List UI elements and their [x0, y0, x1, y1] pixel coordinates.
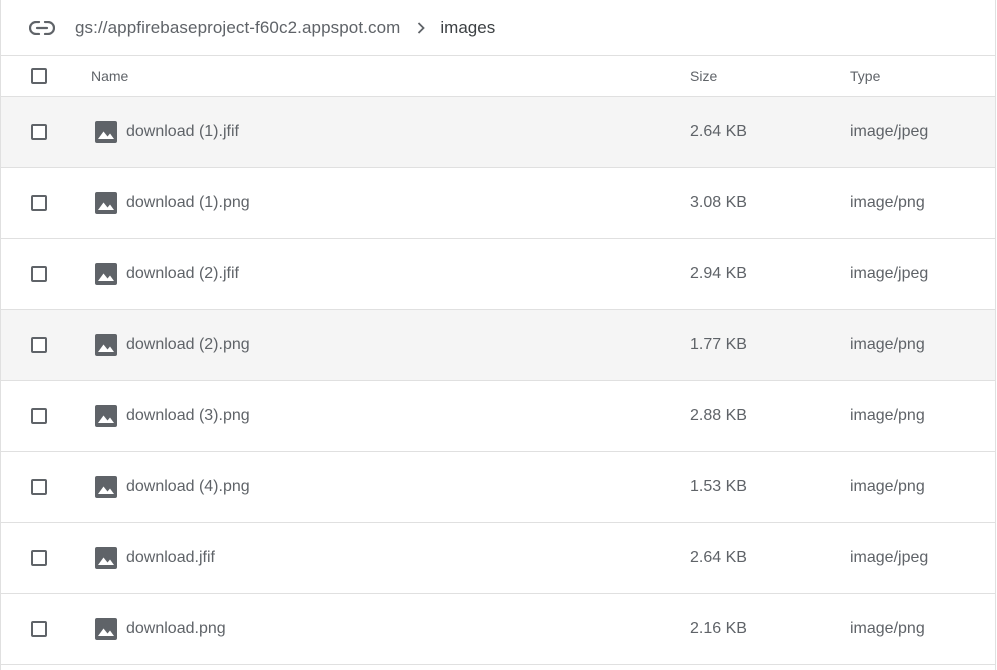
- file-size: 2.64 KB: [690, 123, 747, 140]
- row-checkbox-cell: [1, 479, 91, 495]
- file-name[interactable]: download (1).png: [126, 194, 250, 212]
- table-header: Name Size Type: [1, 56, 995, 97]
- row-checkbox-cell: [1, 408, 91, 424]
- image-file-icon: [95, 547, 117, 569]
- link-icon[interactable]: [29, 20, 55, 35]
- file-name-cell: download (1).jfif: [91, 121, 690, 143]
- breadcrumb: gs://appfirebaseproject-f60c2.appspot.co…: [1, 0, 995, 56]
- breadcrumb-bucket[interactable]: gs://appfirebaseproject-f60c2.appspot.co…: [75, 18, 400, 38]
- row-checkbox[interactable]: [31, 550, 47, 566]
- row-checkbox-cell: [1, 550, 91, 566]
- row-checkbox[interactable]: [31, 266, 47, 282]
- column-header-name-label: Name: [91, 68, 129, 84]
- row-checkbox[interactable]: [31, 408, 47, 424]
- row-checkbox-cell: [1, 124, 91, 140]
- select-all-checkbox[interactable]: [31, 68, 47, 84]
- image-file-icon: [95, 618, 117, 640]
- file-name-cell: download (2).jfif: [91, 263, 690, 285]
- file-name-cell: download.png: [91, 618, 690, 640]
- file-name-cell: download (4).png: [91, 476, 690, 498]
- table-row[interactable]: download (4).png 1.53 KB image/png: [1, 452, 995, 523]
- column-header-type[interactable]: Type: [850, 68, 995, 84]
- file-list: download (1).jfif 2.64 KB image/jpeg dow…: [1, 97, 995, 665]
- file-name[interactable]: download (1).jfif: [126, 123, 239, 141]
- file-name[interactable]: download.jfif: [126, 549, 215, 567]
- column-header-size[interactable]: Size: [690, 68, 850, 84]
- file-name-cell: download (3).png: [91, 405, 690, 427]
- file-name[interactable]: download (2).jfif: [126, 265, 239, 283]
- row-checkbox[interactable]: [31, 621, 47, 637]
- file-name[interactable]: download (3).png: [126, 407, 250, 425]
- file-size: 2.64 KB: [690, 549, 747, 566]
- file-size: 1.77 KB: [690, 336, 747, 353]
- row-checkbox[interactable]: [31, 124, 47, 140]
- column-header-name[interactable]: Name: [91, 68, 690, 84]
- image-file-icon: [95, 263, 117, 285]
- table-row[interactable]: download (3).png 2.88 KB image/png: [1, 381, 995, 452]
- file-type: image/jpeg: [850, 549, 929, 566]
- file-type: image/jpeg: [850, 265, 929, 282]
- row-checkbox[interactable]: [31, 195, 47, 211]
- row-checkbox-cell: [1, 337, 91, 353]
- image-file-icon: [95, 192, 117, 214]
- file-type: image/png: [850, 194, 925, 211]
- file-size: 2.94 KB: [690, 265, 747, 282]
- row-checkbox-cell: [1, 621, 91, 637]
- file-name[interactable]: download (2).png: [126, 336, 250, 354]
- image-file-icon: [95, 334, 117, 356]
- table-row[interactable]: download (1).png 3.08 KB image/png: [1, 168, 995, 239]
- image-file-icon: [95, 121, 117, 143]
- image-file-icon: [95, 476, 117, 498]
- file-size: 3.08 KB: [690, 194, 747, 211]
- table-row[interactable]: download (2).jfif 2.94 KB image/jpeg: [1, 239, 995, 310]
- file-name[interactable]: download (4).png: [126, 478, 250, 496]
- file-size: 2.88 KB: [690, 407, 747, 424]
- file-size: 1.53 KB: [690, 478, 747, 495]
- storage-browser: gs://appfirebaseproject-f60c2.appspot.co…: [0, 0, 996, 670]
- row-checkbox[interactable]: [31, 337, 47, 353]
- file-type: image/png: [850, 336, 925, 353]
- file-name-cell: download (1).png: [91, 192, 690, 214]
- chevron-right-icon: [416, 21, 426, 35]
- table-row[interactable]: download (2).png 1.77 KB image/png: [1, 310, 995, 381]
- file-type: image/png: [850, 620, 925, 637]
- file-type: image/png: [850, 478, 925, 495]
- table-row[interactable]: download (1).jfif 2.64 KB image/jpeg: [1, 97, 995, 168]
- table-row[interactable]: download.png 2.16 KB image/png: [1, 594, 995, 665]
- file-name-cell: download (2).png: [91, 334, 690, 356]
- file-type: image/jpeg: [850, 123, 929, 140]
- file-name-cell: download.jfif: [91, 547, 690, 569]
- table-row[interactable]: download.jfif 2.64 KB image/jpeg: [1, 523, 995, 594]
- select-all-cell: [1, 68, 91, 84]
- row-checkbox-cell: [1, 266, 91, 282]
- row-checkbox[interactable]: [31, 479, 47, 495]
- breadcrumb-folder[interactable]: images: [440, 18, 495, 38]
- file-size: 2.16 KB: [690, 620, 747, 637]
- file-type: image/png: [850, 407, 925, 424]
- file-name[interactable]: download.png: [126, 620, 226, 638]
- image-file-icon: [95, 405, 117, 427]
- row-checkbox-cell: [1, 195, 91, 211]
